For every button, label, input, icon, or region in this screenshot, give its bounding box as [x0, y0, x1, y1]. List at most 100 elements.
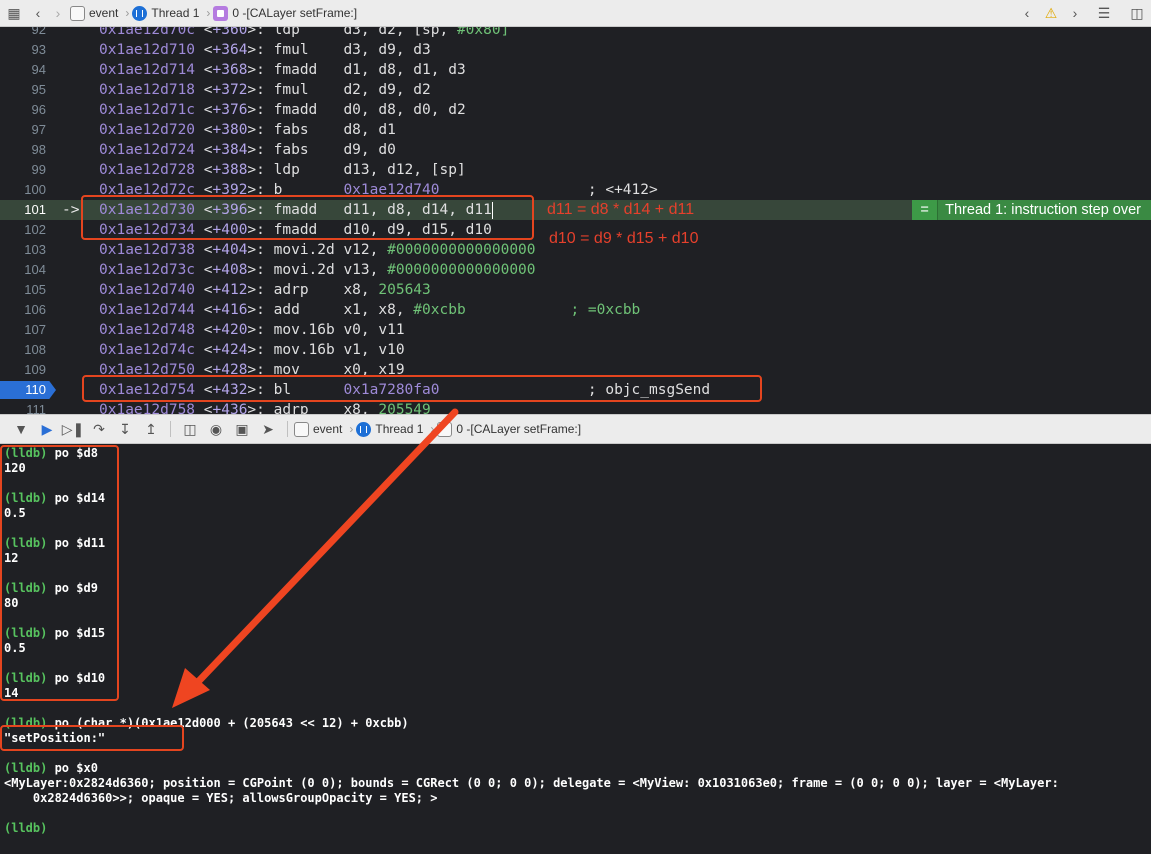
line-number[interactable]: 97 — [0, 120, 46, 140]
disassembly-row[interactable]: 104 0x1ae12d73c <+408>: movi.2d v13, #0000… — [0, 260, 1151, 280]
instruction: 0x1ae12d73c <+408>: movi.2d v13, #0000000… — [99, 262, 536, 278]
line-number[interactable]: 101 — [0, 200, 46, 220]
hide-debug-area-icon[interactable]: ▼ — [8, 419, 34, 439]
grid-icon[interactable]: ▦ — [4, 3, 24, 23]
instruction-mnemonic: mov.16b — [273, 342, 335, 358]
breadcrumb-thread-label: Thread 1 — [151, 6, 200, 20]
line-number[interactable]: 94 — [0, 60, 46, 80]
breakpoints-toggle-icon[interactable]: ▶ — [34, 419, 60, 439]
instruction-address: 0x1ae12d758 — [99, 402, 196, 414]
instruction-offset: +388 — [212, 162, 248, 178]
disassembly-row[interactable]: 94 0x1ae12d714 <+368>: fmadd d1, d8, d1, d… — [0, 60, 1151, 80]
immediate-value: 205643 — [378, 282, 431, 298]
instruction-operands: d9, d0 — [343, 142, 396, 158]
instruction-offset: +376 — [212, 102, 248, 118]
breadcrumb-thread[interactable]: Thread 1 — [132, 5, 200, 21]
environment-overrides-icon[interactable]: ▣ — [229, 419, 255, 439]
line-number[interactable]: 100 — [0, 180, 46, 200]
instruction-mnemonic: fmadd — [273, 62, 318, 78]
disassembly-row[interactable]: 111 0x1ae12d758 <+436>: adrp x8, 205549 — [0, 400, 1151, 414]
instruction-mnemonic: fmadd — [273, 102, 318, 118]
instruction-address: 0x1ae12d720 — [99, 122, 196, 138]
instruction-operands: d8, d1 — [343, 122, 396, 138]
disassembly-row[interactable]: 107 0x1ae12d748 <+420>: mov.16b v0, v11 — [0, 320, 1151, 340]
minimap-lines-icon[interactable]: ☰ — [1089, 3, 1119, 23]
instruction-offset: +372 — [212, 82, 248, 98]
instruction-offset: +412 — [212, 282, 248, 298]
console-command-line: (lldb) po $x0 — [4, 761, 98, 776]
instruction-comment: ; <+412> — [587, 182, 658, 198]
line-number[interactable]: 107 — [0, 320, 46, 340]
instruction-mnemonic: adrp — [273, 282, 309, 298]
breadcrumb-separator: › — [349, 422, 354, 436]
line-number[interactable]: 108 — [0, 340, 46, 360]
line-number[interactable]: 106 — [0, 300, 46, 320]
disassembly-row[interactable]: 99 0x1ae12d728 <+388>: ldp d13, d12, [sp] — [0, 160, 1151, 180]
line-number[interactable]: 93 — [0, 40, 46, 60]
line-number[interactable]: 103 — [0, 240, 46, 260]
stack-frame-icon — [213, 5, 229, 21]
instruction-offset: +364 — [212, 42, 248, 58]
line-number[interactable]: 109 — [0, 360, 46, 380]
thread-status-banner[interactable]: = Thread 1: instruction step over — [912, 200, 1151, 220]
simulate-location-icon[interactable]: ➤ — [255, 419, 281, 439]
debug-breadcrumb-event[interactable]: event — [294, 421, 342, 437]
disassembly-row[interactable]: 105 0x1ae12d740 <+412>: adrp x8, 205643 — [0, 280, 1151, 300]
next-issue-icon[interactable]: › — [1065, 3, 1085, 23]
thread-icon — [356, 421, 372, 437]
instruction: 0x1ae12d740 <+412>: adrp x8, 205643 — [99, 282, 431, 298]
previous-issue-icon[interactable]: ‹ — [1017, 3, 1037, 23]
disassembly-row[interactable]: 108 0x1ae12d74c <+424>: mov.16b v1, v10 — [0, 340, 1151, 360]
debug-breadcrumb-frame[interactable]: 0 -[CALayer setFrame:] — [437, 421, 581, 437]
disassembly-row[interactable]: 98 0x1ae12d724 <+384>: fabs d9, d0 — [0, 140, 1151, 160]
line-number[interactable]: 95 — [0, 80, 46, 100]
line-number[interactable]: 111 — [0, 400, 46, 414]
back-chevron-icon[interactable]: ‹ — [28, 3, 48, 23]
instruction-address: 0x1ae12d748 — [99, 322, 196, 338]
line-number[interactable]: 99 — [0, 160, 46, 180]
lldb-console[interactable]: (lldb) po $d8 120 (lldb) po $d14 0.5 (lldb) … — [0, 444, 1151, 854]
instruction-operands: d1, d8, d1, d3 — [343, 62, 466, 78]
disassembly-row[interactable]: 96 0x1ae12d71c <+376>: fmadd d0, d8, d0, d… — [0, 100, 1151, 120]
thread-status-text: Thread 1: instruction step over — [945, 202, 1141, 218]
disassembly-row[interactable]: 95 0x1ae12d718 <+372>: fmul d2, d9, d2 — [0, 80, 1151, 100]
toolbar-divider — [170, 421, 171, 437]
forward-chevron-icon[interactable]: › — [48, 3, 68, 23]
instruction-mnemonic: fmul — [273, 82, 309, 98]
line-number[interactable]: 92 — [0, 27, 46, 40]
step-into-icon[interactable]: ↧ — [112, 419, 138, 439]
disassembly-row[interactable]: 93 0x1ae12d710 <+364>: fmul d3, d9, d3 — [0, 40, 1151, 60]
instruction: 0x1ae12d720 <+380>: fabs d8, d1 — [99, 122, 396, 138]
breadcrumb-event[interactable]: event — [70, 5, 118, 21]
warning-icon[interactable]: ⚠ — [1041, 3, 1061, 23]
instruction-address: 0x1ae12d74c — [99, 342, 196, 358]
add-editor-icon[interactable]: ◫ — [1123, 3, 1151, 23]
line-number[interactable]: 96 — [0, 100, 46, 120]
debug-breadcrumb-thread[interactable]: Thread 1 — [356, 421, 423, 437]
disassembly-row[interactable]: 92 0x1ae12d70c <+360>: ldp d3, d2, [sp, #0… — [0, 27, 1151, 40]
disassembly-row[interactable]: 106 0x1ae12d744 <+416>: add x1, x8, #0xcbb… — [0, 300, 1151, 320]
instruction-offset: +380 — [212, 122, 248, 138]
console-output-line: <MyLayer:0x2824d6360; position = CGPoint… — [4, 776, 1059, 790]
console-command-text: po $x0 — [47, 761, 98, 775]
jump-bar-right-controls: ‹ ⚠ › ☰ ◫ — [1017, 3, 1151, 23]
disassembly-row[interactable]: 97 0x1ae12d720 <+380>: fabs d8, d1 — [0, 120, 1151, 140]
continue-icon[interactable]: ▷❚ — [60, 419, 86, 439]
view-hierarchy-icon[interactable]: ◫ — [177, 419, 203, 439]
line-number[interactable]: 104 — [0, 260, 46, 280]
instruction-operands: v0, v11 — [343, 322, 405, 338]
annotation-d11: d11 = d8 * d14 + d11 — [547, 201, 695, 218]
step-over-icon[interactable]: ↷ — [86, 419, 112, 439]
breadcrumb-frame[interactable]: 0 -[CALayer setFrame:] — [213, 5, 357, 21]
instruction-mnemonic: ldp — [273, 27, 300, 38]
instruction-offset: +408 — [212, 262, 248, 278]
lldb-prompt: (lldb) — [4, 821, 48, 835]
instruction: 0x1ae12d728 <+388>: ldp d13, d12, [sp] — [99, 162, 466, 178]
instruction-mnemonic: add — [273, 302, 300, 318]
line-number[interactable]: 98 — [0, 140, 46, 160]
step-out-icon[interactable]: ↥ — [138, 419, 164, 439]
line-number[interactable]: 102 — [0, 220, 46, 240]
line-number[interactable]: 105 — [0, 280, 46, 300]
line-number[interactable]: 110 — [0, 380, 46, 400]
memory-graph-icon[interactable]: ◉ — [203, 419, 229, 439]
